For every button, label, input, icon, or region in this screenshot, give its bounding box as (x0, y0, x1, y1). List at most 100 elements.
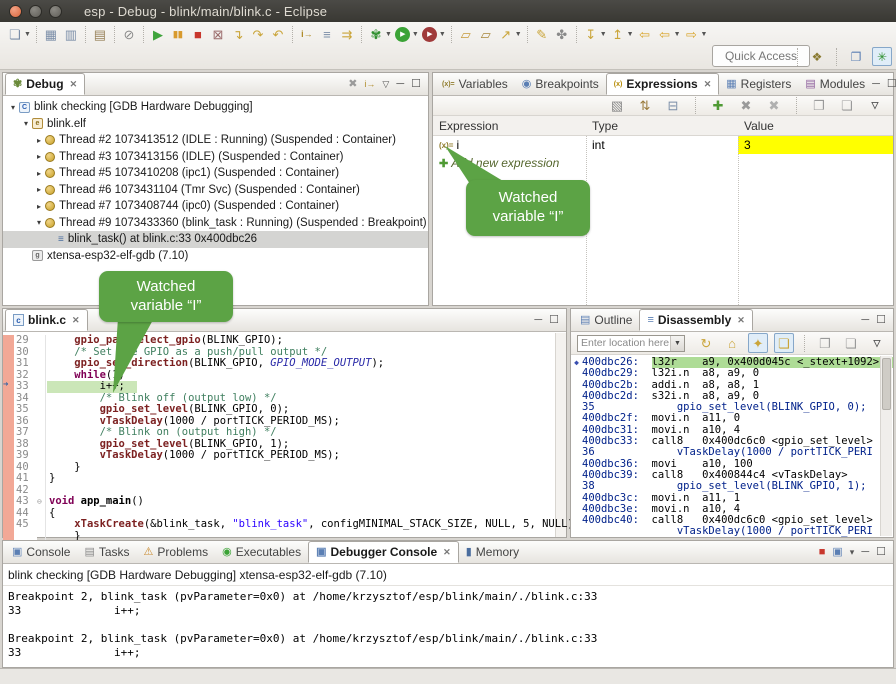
tab-breakpoints[interactable]: ◉Breakpoints (515, 73, 606, 95)
pin-view-icon[interactable]: ❏ (837, 96, 857, 116)
back-icon[interactable]: ⇦ (635, 25, 655, 45)
close-tab-icon[interactable]: ✕ (443, 547, 451, 558)
fold-collapse-icon[interactable]: ⊖ (37, 496, 46, 508)
new-project-icon[interactable]: ▱ (456, 25, 476, 45)
save-all-icon[interactable]: ▥ (61, 25, 81, 45)
new-view-icon[interactable]: ❐ (809, 96, 829, 116)
view-menu-icon[interactable]: ▽ (867, 333, 887, 353)
skip-all-breakpoints-icon[interactable]: ⊘ (119, 25, 139, 45)
dropdown-arrow-icon[interactable]: ▼ (412, 31, 419, 38)
dropdown-arrow-icon[interactable]: ▼ (600, 31, 607, 38)
tree-item[interactable]: ▸Thread #5 1073410208 (ipc1) (Suspended … (3, 165, 428, 182)
terminate-icon[interactable]: ■ (188, 25, 208, 45)
format-icon[interactable]: ✎ (532, 25, 552, 45)
suspend-icon[interactable]: ▮▮ (168, 25, 188, 45)
tree-item[interactable]: ▾Cblink checking [GDB Hardware Debugging… (3, 99, 428, 116)
window-close-icon[interactable] (9, 5, 22, 18)
expander-closed-icon[interactable]: ▸ (33, 185, 45, 194)
disassembly-line[interactable]: 400dbc29: l32i.n a8, a9, 0 (571, 368, 893, 379)
location-dropdown-icon[interactable]: ▼ (670, 336, 684, 351)
dropdown-arrow-icon[interactable]: ▼ (701, 31, 708, 38)
show-logical-structure-icon[interactable]: ⇅ (635, 96, 655, 116)
dropdown-arrow-icon[interactable]: ▼ (627, 31, 634, 38)
column-divider[interactable] (738, 136, 739, 305)
column-header-type[interactable]: Type (586, 116, 738, 135)
tree-item[interactable]: ▾eblink.elf (3, 116, 428, 133)
sync-selection-icon[interactable]: ❏ (774, 333, 794, 353)
column-header-value[interactable]: Value (738, 116, 893, 135)
debug-perspective-icon[interactable]: ✳ (872, 47, 892, 66)
maximize-icon[interactable]: ☐ (887, 79, 896, 90)
window-maximize-icon[interactable] (49, 5, 62, 18)
resume-icon[interactable]: ▶ (148, 25, 168, 45)
refresh-index-icon[interactable]: ✤ (552, 25, 572, 45)
code-editor[interactable]: 29 gpio_pad_select_gpio(BLINK_GPIO);30 /… (3, 332, 566, 542)
tab-blink-c[interactable]: cblink.c✕ (5, 309, 88, 331)
tab-debugger-console[interactable]: ▣Debugger Console✕ (308, 541, 459, 563)
console-output[interactable]: Breakpoint 2, blink_task (pvParameter=0x… (3, 586, 893, 664)
open-perspective-icon[interactable]: ❖ (807, 47, 827, 66)
disassembly-line[interactable]: vTaskDelay(1000 / portTICK_PERI (571, 526, 893, 537)
minimize-icon[interactable]: ─ (861, 315, 869, 326)
code-line[interactable]: 41} (3, 473, 566, 485)
tab-disassembly[interactable]: ≡Disassembly✕ (639, 309, 752, 331)
minimize-icon[interactable]: ─ (396, 79, 404, 90)
maximize-icon[interactable]: ☐ (876, 547, 886, 558)
expander-closed-icon[interactable]: ▸ (33, 169, 45, 178)
tab-outline[interactable]: ▤Outline (573, 309, 639, 331)
tab-registers[interactable]: ▦Registers (719, 73, 798, 95)
expander-open-icon[interactable]: ▾ (20, 119, 32, 128)
code-line[interactable]: 40 } (3, 462, 566, 474)
back-history-icon[interactable]: ⇦ (655, 25, 675, 45)
maximize-icon[interactable]: ☐ (411, 79, 421, 90)
dropdown-arrow-icon[interactable]: ▼ (385, 31, 392, 38)
expander-open-icon[interactable]: ▾ (7, 103, 19, 112)
disassembly-line[interactable]: 38 gpio_set_level(BLINK_GPIO, 1); (571, 481, 893, 492)
new-wizard-icon[interactable]: ❏ (5, 25, 25, 45)
dropdown-arrow-icon[interactable]: ▼ (515, 31, 522, 38)
debug-launch-icon[interactable]: ✾ (366, 25, 386, 45)
close-tab-icon[interactable]: ✕ (737, 315, 745, 326)
step-over-icon[interactable]: ↷ (248, 25, 268, 45)
dropdown-arrow-icon[interactable]: ▼ (24, 31, 31, 38)
close-tab-icon[interactable]: ✕ (72, 315, 80, 326)
maximize-icon[interactable]: ☐ (876, 315, 886, 326)
view-menu-icon[interactable]: ▽ (382, 80, 389, 89)
external-tools-icon[interactable]: ▶ (420, 25, 440, 45)
new-view-icon[interactable]: ❐ (815, 333, 835, 353)
tab-executables[interactable]: ◉Executables (215, 541, 308, 563)
drop-to-frame-icon[interactable]: ⇉ (337, 25, 357, 45)
disassembly-listing[interactable]: ◆400dbc26: l32r a9, 0x400d045c <_stext+1… (571, 355, 893, 538)
step-return-icon[interactable]: ↶ (268, 25, 288, 45)
open-project-icon[interactable]: ▱ (476, 25, 496, 45)
tab-modules[interactable]: ▤Modules (798, 73, 872, 95)
cpp-perspective-icon[interactable]: ❐ (846, 47, 866, 66)
use-step-filters-icon[interactable]: ≡ (317, 25, 337, 45)
add-expression-icon[interactable]: ✚ (708, 96, 728, 116)
tab-debug[interactable]: ✾Debug✕ (5, 73, 85, 95)
console-dropdown-icon[interactable]: ▾ (850, 548, 855, 557)
tab-console[interactable]: ▣Console (5, 541, 77, 563)
save-icon[interactable]: ▦ (41, 25, 61, 45)
tab-memory[interactable]: ▮Memory (459, 541, 526, 563)
overview-ruler[interactable] (555, 333, 566, 537)
tree-item[interactable]: ≡blink_task() at blink.c:33 0x400dbc26 (3, 231, 428, 248)
disconnect-icon[interactable]: ⊠ (208, 25, 228, 45)
close-tab-icon[interactable]: ✕ (704, 79, 712, 90)
expander-open-icon[interactable]: ▾ (33, 218, 45, 227)
expander-closed-icon[interactable]: ▸ (33, 152, 45, 161)
code-line[interactable]: 39 vTaskDelay(1000 / portTICK_PERIOD_MS)… (3, 450, 566, 462)
close-tab-icon[interactable]: ✕ (70, 79, 78, 90)
terminate-icon[interactable]: ■ (819, 547, 826, 558)
tab-problems[interactable]: ⚠Problems (137, 541, 216, 563)
remove-selected-icon[interactable]: ✖ (736, 96, 756, 116)
tab-variables[interactable]: (x)=Variables (435, 73, 515, 95)
disassembly-line[interactable]: 36 vTaskDelay(1000 / portTICK_PERI (571, 447, 893, 458)
instruction-stepping-mode-icon[interactable]: i→ (364, 80, 375, 89)
run-launch-icon[interactable]: ▶ (393, 25, 413, 45)
window-minimize-icon[interactable] (29, 5, 42, 18)
disassembly-scrollbar[interactable] (880, 356, 892, 536)
remove-all-icon[interactable]: ✖ (764, 96, 784, 116)
minimize-icon[interactable]: ─ (534, 315, 542, 326)
minimize-icon[interactable]: ─ (872, 79, 880, 90)
